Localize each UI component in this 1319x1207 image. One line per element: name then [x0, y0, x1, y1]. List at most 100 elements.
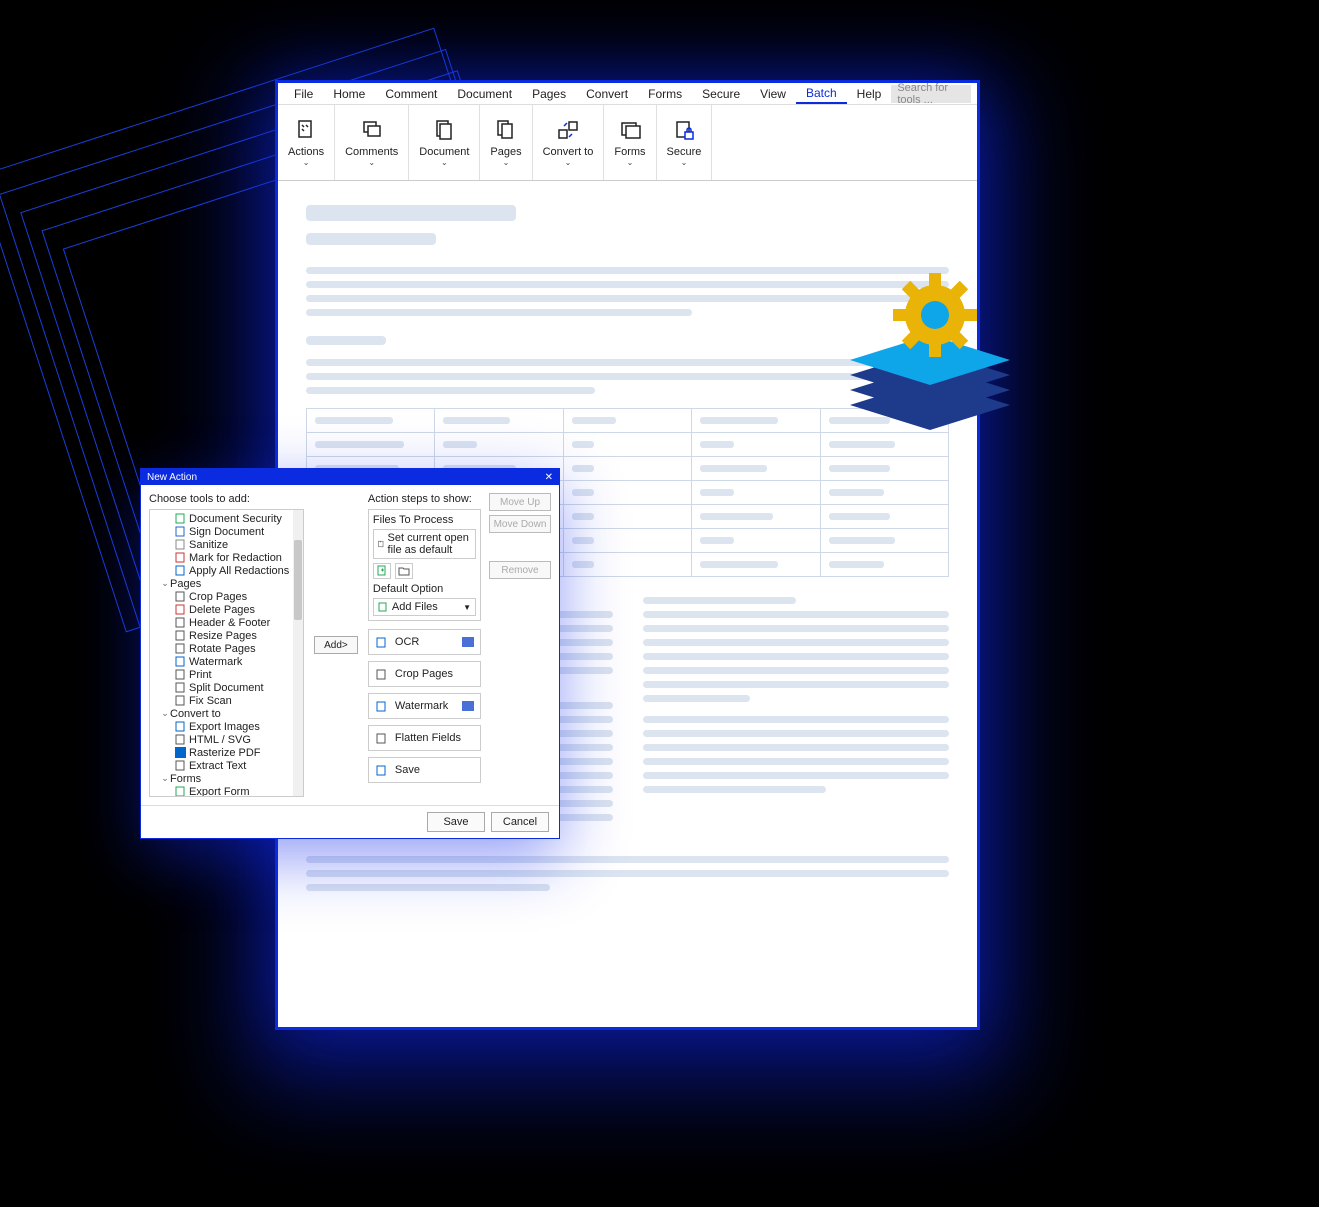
pages-icon — [494, 118, 518, 142]
shield-icon — [174, 513, 186, 525]
search-input[interactable]: Search for tools ... — [891, 85, 971, 103]
tree-twisty-icon: ⌄ — [160, 773, 170, 784]
watermark-icon — [375, 699, 389, 713]
dialog-title: New Action — [147, 472, 197, 483]
tree-extract-text[interactable]: Extract Text — [150, 759, 303, 772]
step-watermark[interactable]: Watermark — [368, 693, 481, 719]
tree-convert-to[interactable]: ⌄Convert to — [150, 707, 303, 720]
remove-button[interactable]: Remove — [489, 561, 551, 579]
tree-split-document[interactable]: Split Document — [150, 681, 303, 694]
menu-secure[interactable]: Secure — [692, 85, 750, 103]
secure-icon — [672, 118, 696, 142]
raster-icon — [174, 747, 186, 759]
tree-print[interactable]: Print — [150, 668, 303, 681]
action-steps-label: Action steps to show: — [368, 493, 481, 505]
chevron-down-icon: ⌄ — [503, 158, 510, 167]
save-button[interactable]: Save — [427, 812, 485, 832]
chevron-down-icon: ⌄ — [681, 158, 688, 167]
ribbon-forms[interactable]: Forms⌄ — [604, 105, 656, 180]
chevron-down-icon: ⌄ — [368, 158, 375, 167]
forms-icon — [618, 118, 642, 142]
close-icon[interactable]: ✕ — [545, 472, 553, 483]
ribbon-pages[interactable]: Pages⌄ — [480, 105, 532, 180]
step-crop-pages[interactable]: Crop Pages — [368, 661, 481, 687]
tree-export-form[interactable]: Export Form — [150, 785, 303, 797]
step-save[interactable]: Save — [368, 757, 481, 783]
tree-rotate-pages[interactable]: Rotate Pages — [150, 642, 303, 655]
cancel-button[interactable]: Cancel — [491, 812, 549, 832]
menu-help[interactable]: Help — [847, 85, 892, 103]
menu-batch[interactable]: Batch — [796, 84, 847, 104]
tree-header-footer[interactable]: Header & Footer — [150, 616, 303, 629]
tree-watermark[interactable]: Watermark — [150, 655, 303, 668]
menu-forms[interactable]: Forms — [638, 85, 692, 103]
menu-view[interactable]: View — [750, 85, 796, 103]
delete-icon — [174, 604, 186, 616]
ribbon-convert[interactable]: Convert to⌄ — [533, 105, 605, 180]
chevron-down-icon: ▼ — [463, 603, 471, 612]
menu-pages[interactable]: Pages — [522, 85, 576, 103]
tree-apply-all-redactions[interactable]: Apply All Redactions — [150, 564, 303, 577]
menu-comment[interactable]: Comment — [375, 85, 447, 103]
tree-sign-document[interactable]: Sign Document — [150, 525, 303, 538]
actions-icon — [294, 118, 318, 142]
tree-rasterize-pdf[interactable]: Rasterize PDF — [150, 746, 303, 759]
step-flatten-fields[interactable]: Flatten Fields — [368, 725, 481, 751]
tree-fix-scan[interactable]: Fix Scan — [150, 694, 303, 707]
chevron-down-icon: ⌄ — [441, 158, 448, 167]
tree-export-images[interactable]: Export Images — [150, 720, 303, 733]
document-icon — [432, 118, 456, 142]
ribbon-secure[interactable]: Secure⌄ — [657, 105, 713, 180]
menu-bar: FileHomeCommentDocumentPagesConvertForms… — [278, 83, 977, 105]
print-icon — [174, 669, 186, 681]
add-files-select[interactable]: Add Files ▼ — [373, 598, 476, 616]
comments-icon — [360, 118, 384, 142]
tree-twisty-icon: ⌄ — [160, 578, 170, 589]
tree-twisty-icon: ⌄ — [160, 708, 170, 719]
tree-crop-pages[interactable]: Crop Pages — [150, 590, 303, 603]
chevron-down-icon: ⌄ — [565, 158, 572, 167]
split-icon — [174, 682, 186, 694]
ocr-icon — [375, 635, 389, 649]
move-up-button[interactable]: Move Up — [489, 493, 551, 511]
extext-icon — [174, 760, 186, 772]
scrollbar[interactable] — [293, 510, 303, 796]
tree-resize-pages[interactable]: Resize Pages — [150, 629, 303, 642]
dialog-titlebar: New Action ✕ — [141, 469, 559, 485]
redactapply-icon — [174, 565, 186, 577]
sign-icon — [174, 526, 186, 538]
menu-convert[interactable]: Convert — [576, 85, 638, 103]
move-down-button[interactable]: Move Down — [489, 515, 551, 533]
new-action-dialog: New Action ✕ Choose tools to add: Docume… — [140, 468, 560, 839]
add-file-icon[interactable] — [373, 563, 391, 579]
menu-home[interactable]: Home — [323, 85, 375, 103]
files-header: Files To Process — [373, 514, 476, 526]
add-button[interactable]: Add> — [314, 636, 358, 654]
tree-mark-for-redaction[interactable]: Mark for Redaction — [150, 551, 303, 564]
crop-icon — [375, 667, 389, 681]
sanitize-icon — [174, 539, 186, 551]
ribbon-comments[interactable]: Comments⌄ — [335, 105, 409, 180]
add-folder-icon[interactable] — [395, 563, 413, 579]
decoration-gear-stack — [840, 270, 1030, 470]
ribbon-actions[interactable]: Actions⌄ — [278, 105, 335, 180]
redact-icon — [174, 552, 186, 564]
tree-document-security[interactable]: Document Security — [150, 512, 303, 525]
default-option-label: Default Option — [373, 583, 476, 595]
tree-pages[interactable]: ⌄Pages — [150, 577, 303, 590]
ribbon-document[interactable]: Document⌄ — [409, 105, 480, 180]
exform-icon — [174, 786, 186, 798]
set-default-checkbox[interactable]: Set current open file as default — [373, 529, 476, 559]
tree-forms[interactable]: ⌄Forms — [150, 772, 303, 785]
settings-icon[interactable] — [462, 701, 474, 711]
menu-document[interactable]: Document — [447, 85, 522, 103]
tree-html-svg[interactable]: HTML / SVG — [150, 733, 303, 746]
crop-icon — [174, 591, 186, 603]
step-ocr[interactable]: OCR — [368, 629, 481, 655]
tree-sanitize[interactable]: Sanitize — [150, 538, 303, 551]
files-to-process-box: Files To Process Set current open file a… — [368, 509, 481, 621]
menu-file[interactable]: File — [284, 85, 323, 103]
settings-icon[interactable] — [462, 637, 474, 647]
tools-tree[interactable]: Document SecuritySign DocumentSanitizeMa… — [149, 509, 304, 797]
tree-delete-pages[interactable]: Delete Pages — [150, 603, 303, 616]
